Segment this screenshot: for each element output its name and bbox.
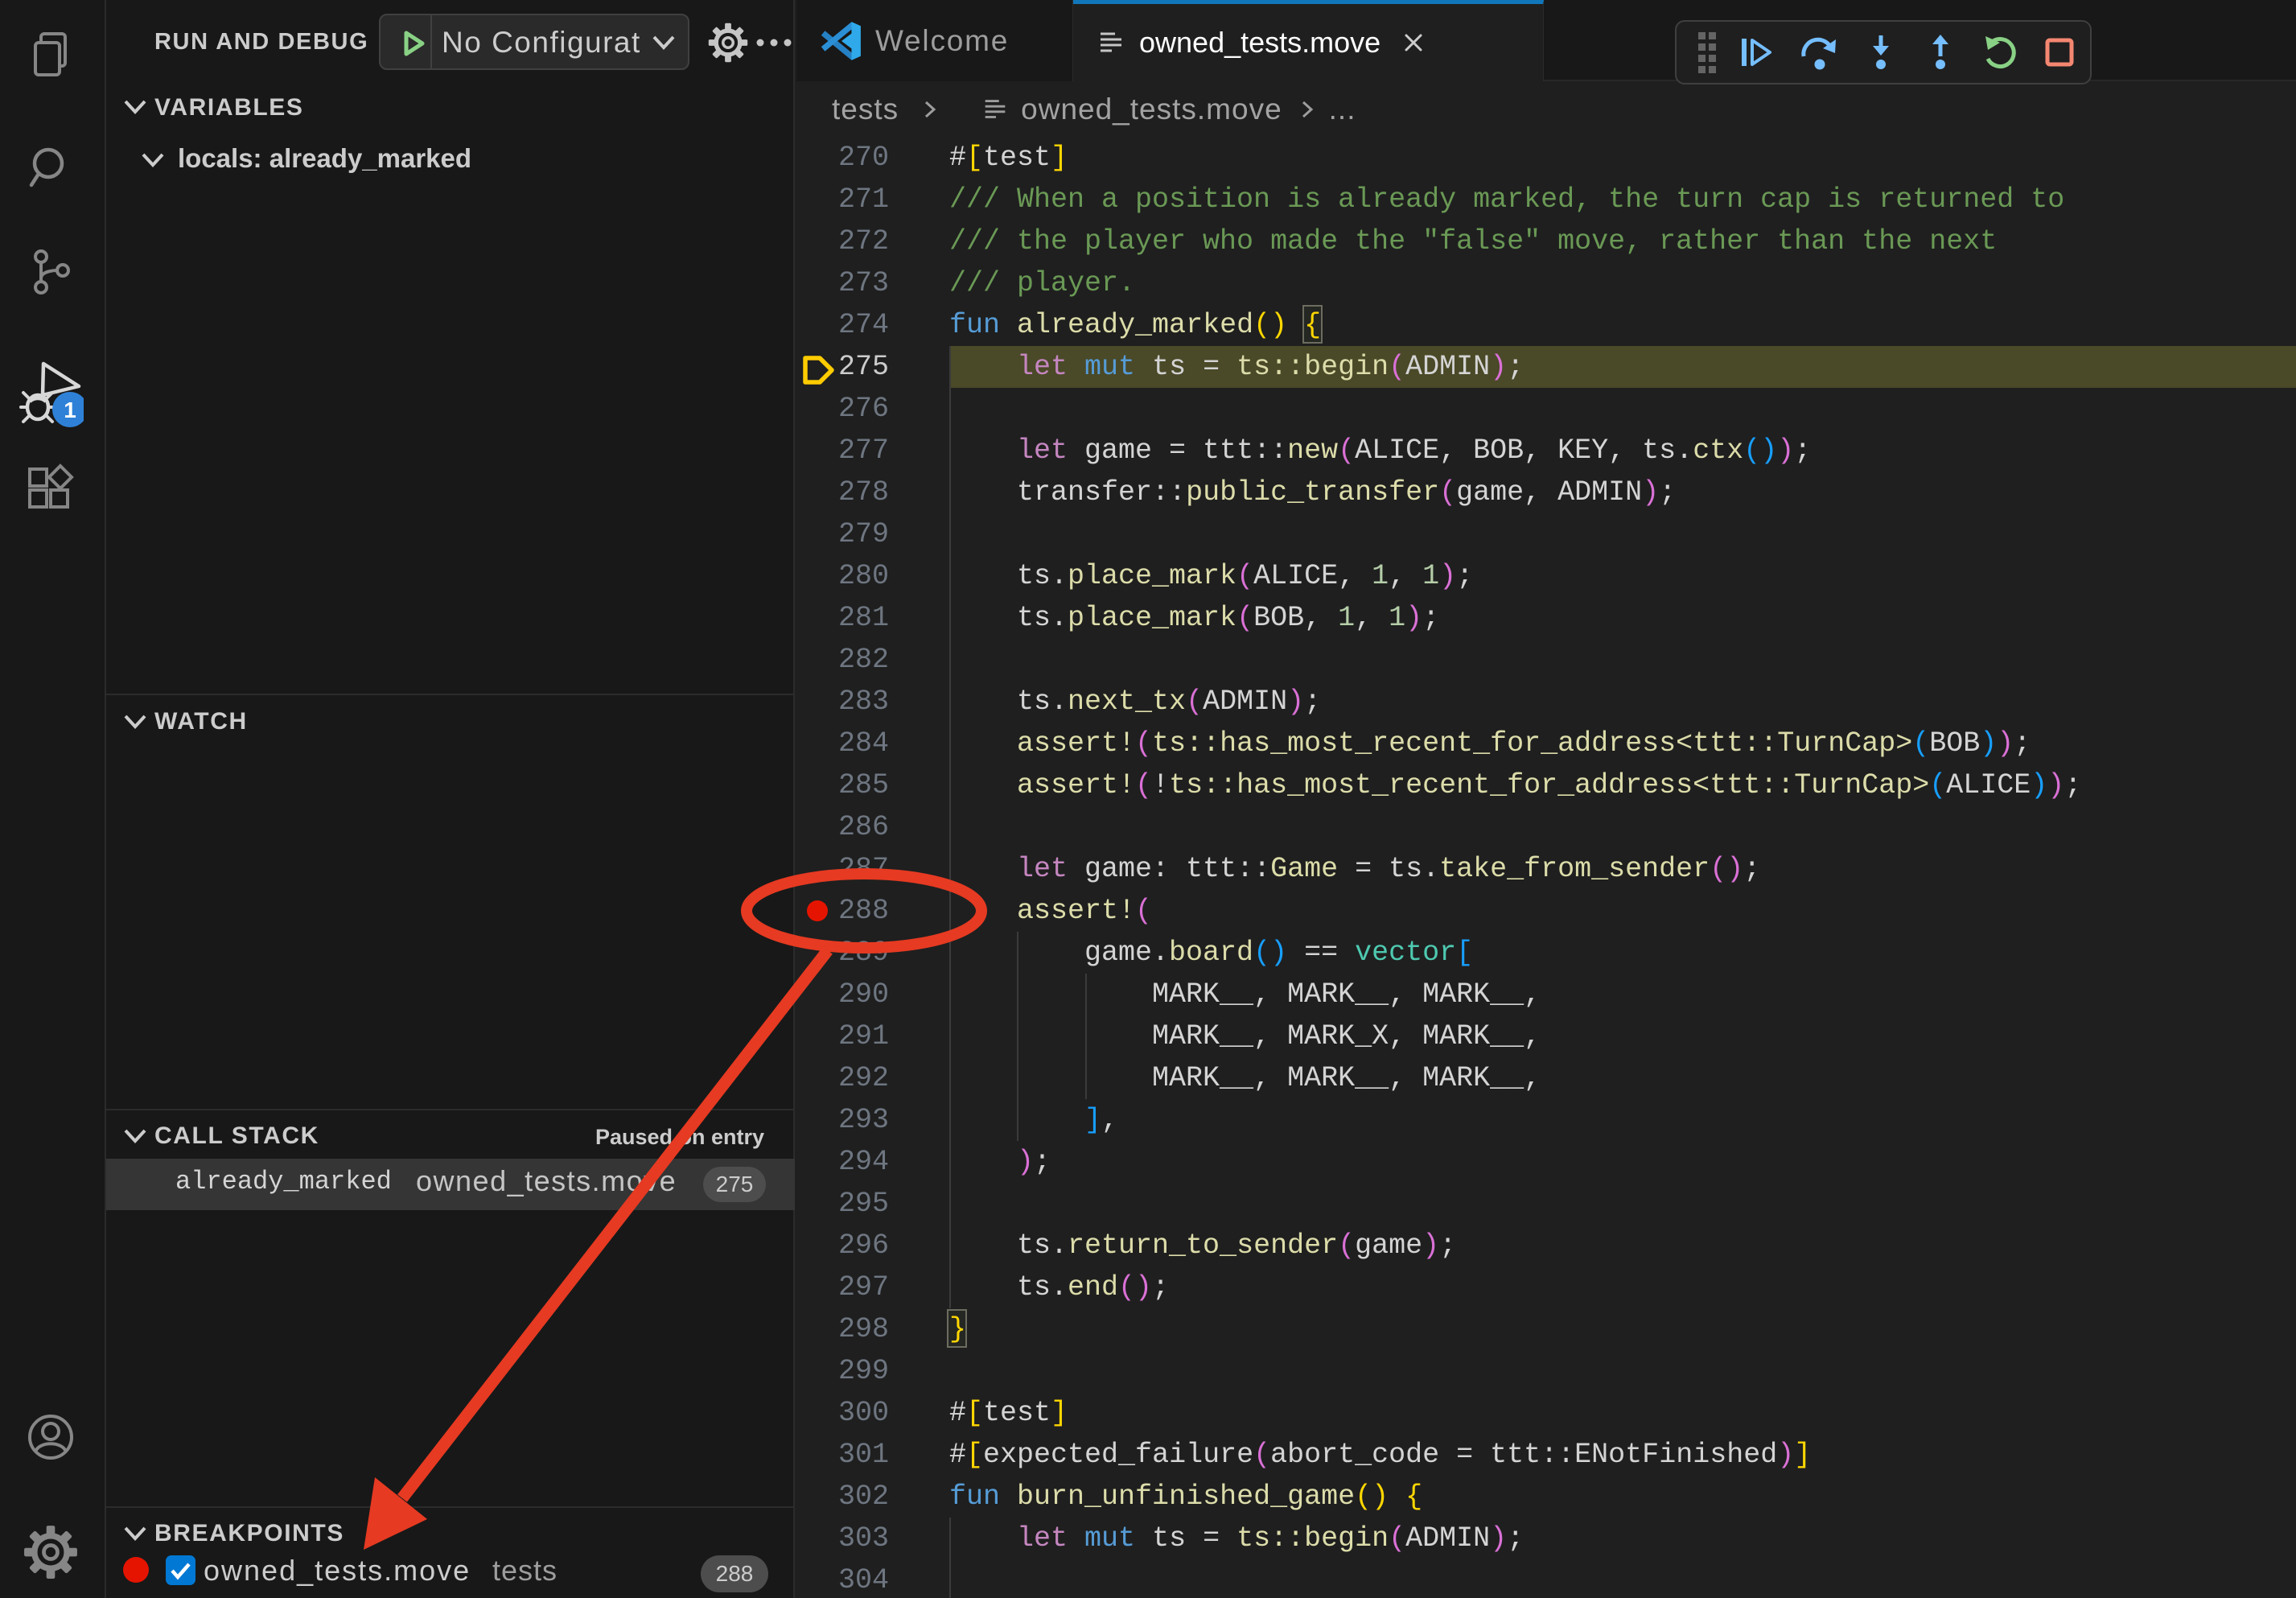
svg-text:1: 1 — [64, 397, 76, 422]
